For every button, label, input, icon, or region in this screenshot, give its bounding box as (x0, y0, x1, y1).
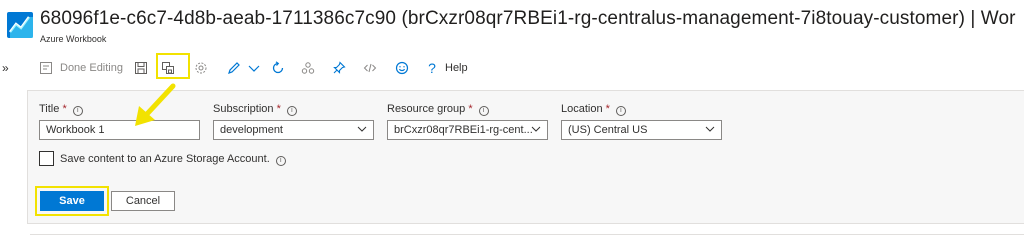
location-label: Location * i (561, 103, 626, 116)
save-icon (133, 60, 149, 76)
storage-checkbox[interactable] (39, 151, 54, 166)
help-icon: ? (428, 60, 436, 76)
save-button[interactable]: Save (40, 191, 104, 211)
save-toolbar-button[interactable] (133, 56, 149, 80)
code-icon (362, 60, 378, 76)
info-icon: i (286, 106, 297, 116)
feedback-button[interactable] (394, 56, 410, 80)
chevron-down-icon (705, 124, 715, 137)
required-mark: * (276, 103, 281, 115)
edit-done-icon (38, 60, 54, 76)
required-mark: * (62, 103, 67, 115)
info-icon: i (275, 156, 286, 166)
required-mark: * (468, 103, 473, 115)
workbook-toolbar: Done Editing ? Help (38, 56, 468, 80)
smiley-icon (394, 60, 410, 76)
pencil-icon (226, 60, 242, 76)
subscription-select[interactable]: development (213, 120, 374, 140)
chevron-down-icon (357, 124, 367, 137)
resource-group-value: brCxzr08qr7RBEi1-rg-cent... (394, 124, 533, 136)
help-button[interactable]: ? Help (424, 56, 468, 80)
cancel-button[interactable]: Cancel (111, 191, 175, 211)
pin-icon (331, 60, 347, 76)
info-icon: i (615, 106, 626, 116)
subscription-label: Subscription * i (213, 103, 297, 116)
edit-dropdown-button[interactable] (246, 56, 262, 80)
required-mark: * (605, 103, 610, 115)
resource-group-select[interactable]: brCxzr08qr7RBEi1-rg-cent... (387, 120, 548, 140)
workbook-app-icon (7, 12, 33, 38)
page-subtitle: Azure Workbook (40, 34, 107, 44)
advanced-editor-button[interactable] (362, 56, 378, 80)
subscription-value: development (220, 124, 283, 136)
settings-button[interactable] (193, 56, 209, 80)
refresh-icon (270, 60, 286, 76)
pin-button[interactable] (331, 56, 347, 80)
done-editing-button[interactable]: Done Editing (38, 56, 123, 80)
sidebar-expand-button[interactable]: » (2, 61, 9, 75)
edit-button[interactable] (226, 56, 242, 80)
save-as-highlight-box (156, 53, 190, 79)
refresh-button[interactable] (270, 56, 286, 80)
help-label: Help (445, 62, 468, 74)
location-select[interactable]: (US) Central US (561, 120, 722, 140)
storage-checkbox-label: Save content to an Azure Storage Account… (60, 153, 286, 166)
resource-group-label: Resource group * i (387, 103, 489, 116)
annotation-arrow-icon (135, 83, 176, 126)
settings-icon (193, 60, 209, 76)
chevron-down-icon (531, 124, 541, 137)
location-value: (US) Central US (568, 124, 648, 136)
share-button[interactable] (300, 56, 316, 80)
title-label: Title * i (39, 103, 83, 116)
divider (30, 234, 1024, 235)
share-icon (300, 60, 316, 76)
info-icon: i (72, 106, 83, 116)
page-title: 68096f1e-c6c7-4d8b-aeab-1711386c7c90 (br… (40, 8, 1016, 29)
info-icon: i (478, 106, 489, 116)
chevron-down-icon (246, 60, 262, 76)
done-editing-label: Done Editing (60, 62, 123, 74)
